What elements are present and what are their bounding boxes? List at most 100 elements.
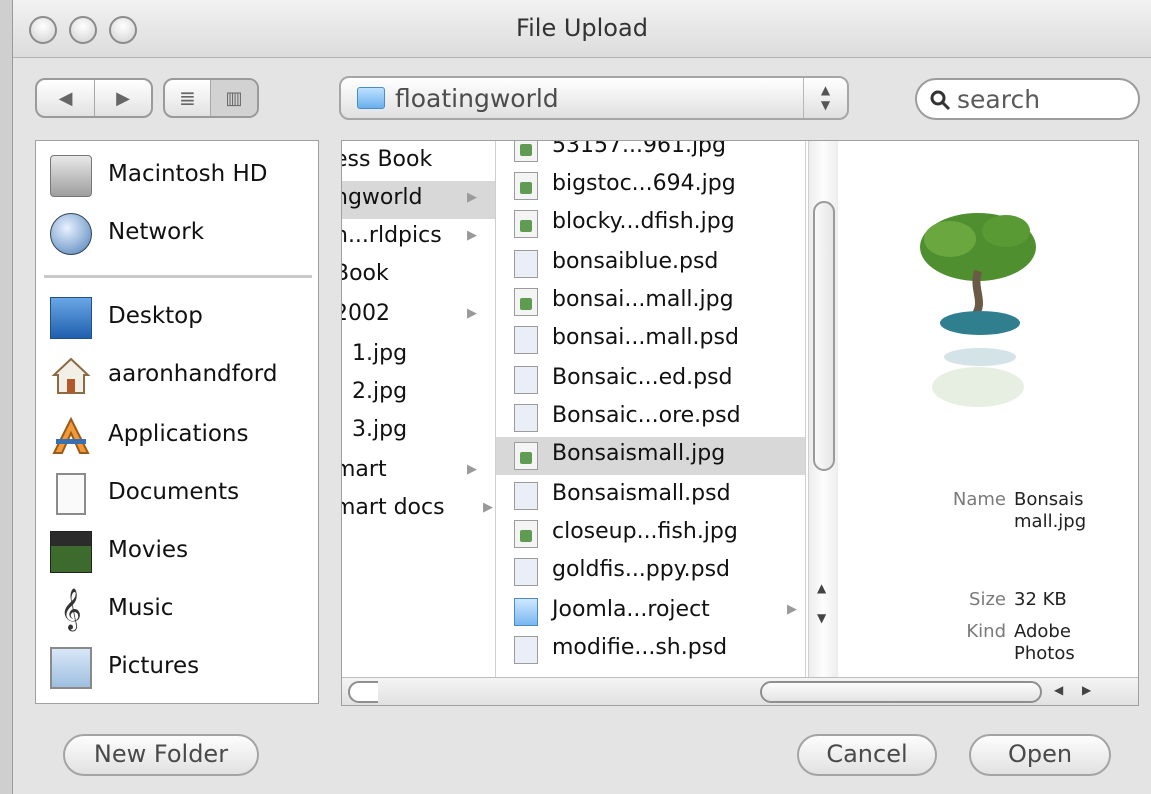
cancel-button[interactable]: Cancel <box>797 734 937 776</box>
item-label: Book <box>342 261 389 286</box>
home-icon <box>50 355 92 397</box>
disclosure-arrow-icon: ▶ <box>467 190 477 205</box>
disclosure-arrow-icon: ▶ <box>483 500 493 515</box>
sidebar-item-network[interactable]: Network <box>36 203 318 261</box>
scroll-down-arrow-icon[interactable]: ▼ <box>817 611 826 625</box>
sidebar-item-macintosh-hd[interactable]: Macintosh HD <box>36 145 318 203</box>
list-item[interactable]: 2.jpg <box>342 375 495 413</box>
list-item[interactable]: ess Book <box>342 143 495 181</box>
item-label: bonsaiblue.psd <box>552 249 719 274</box>
item-label: n...rldpics <box>342 223 442 248</box>
psd-file-icon <box>514 482 538 510</box>
title-bar: File Upload <box>13 0 1151 58</box>
item-label: goldfis...ppy.psd <box>552 557 730 582</box>
open-button[interactable]: Open <box>969 734 1111 776</box>
sidebar: Macintosh HD Network Desktop aaronhandfo… <box>35 140 319 704</box>
back-button[interactable]: ◀ <box>37 80 95 116</box>
sidebar-item-pictures[interactable]: Pictures <box>36 637 318 695</box>
sidebar-item-label: Applications <box>108 421 249 447</box>
sidebar-item-label: Desktop <box>108 303 203 329</box>
parent-column: ess Book ngworld ▶ n...rldpics ▶ Book 2002… <box>342 141 496 677</box>
hard-drive-icon <box>50 155 92 197</box>
pictures-icon <box>50 647 92 689</box>
psd-file-icon <box>514 636 538 664</box>
list-item[interactable]: 2002 ▶ <box>342 297 495 335</box>
scroll-thumb[interactable] <box>813 201 835 471</box>
sidebar-item-aaronhandford[interactable]: aaronhandford <box>36 345 318 403</box>
list-item[interactable]: modifie...sh.psd <box>496 631 805 669</box>
item-label: bonsai...mall.jpg <box>552 287 734 312</box>
folder-icon <box>514 598 538 626</box>
list-item[interactable]: bonsaiblue.psd <box>496 245 805 283</box>
item-label: blocky...dfish.jpg <box>552 209 735 234</box>
sidebar-item-label: Documents <box>108 479 240 505</box>
list-item[interactable]: 1.jpg <box>342 337 495 375</box>
item-label: bonsai...mall.psd <box>552 325 739 350</box>
bonsai-preview-image <box>920 213 1036 407</box>
sidebar-item-desktop[interactable]: Desktop <box>36 287 318 345</box>
sidebar-item-label: Network <box>108 219 205 245</box>
list-item[interactable]: 53157...961.jpg <box>496 141 805 167</box>
view-mode-control: ≣ ▥ <box>163 78 259 118</box>
horizontal-scrollbar[interactable]: ◀ ▶ <box>342 677 1138 705</box>
list-item[interactable]: ngworld ▶ <box>342 181 495 219</box>
location-popup[interactable]: floatingworld ▲ ▼ <box>339 76 849 120</box>
scroll-up-arrow-icon[interactable]: ▲ <box>817 581 826 595</box>
list-item[interactable]: goldfis...ppy.psd <box>496 553 805 591</box>
list-item[interactable]: Book <box>342 257 495 295</box>
scroll-thumb[interactable] <box>760 681 1042 703</box>
list-item[interactable]: closeup...fish.jpg <box>496 515 805 553</box>
psd-file-icon <box>514 366 538 394</box>
vertical-scrollbar[interactable]: ▲ ▼ <box>808 141 838 677</box>
sidebar-item-movies[interactable]: Movies <box>36 521 318 579</box>
sidebar-item-applications[interactable]: Applications <box>36 405 318 463</box>
sidebar-item-music[interactable]: 𝄞 Music <box>36 579 318 637</box>
scroll-right-arrow-icon[interactable]: ▶ <box>1082 683 1091 697</box>
item-label: modifie...sh.psd <box>552 635 728 660</box>
list-item[interactable]: Bonsaic...ore.psd <box>496 399 805 437</box>
list-item[interactable]: bonsai...mall.jpg <box>496 283 805 321</box>
item-label: 3.jpg <box>352 417 408 442</box>
item-label: ngworld <box>342 185 423 210</box>
window-title: File Upload <box>516 14 648 42</box>
file-upload-window: File Upload ◀ ▶ ≣ ▥ floatingworld ▲ ▼ sea… <box>12 0 1151 794</box>
disclosure-arrow-icon: ▶ <box>467 228 477 243</box>
list-item-selected[interactable]: Bonsaismall.jpg <box>496 437 805 475</box>
desktop-icon <box>50 297 92 339</box>
scroll-left-arrow-icon[interactable]: ◀ <box>1054 683 1063 697</box>
size-label: Size <box>969 589 1006 610</box>
list-item[interactable]: blocky...dfish.jpg <box>496 205 805 243</box>
list-item[interactable]: Bonsaic...ed.psd <box>496 361 805 399</box>
name-label: Name <box>952 489 1006 510</box>
forward-arrow-icon: ▶ <box>116 87 130 109</box>
list-item[interactable]: mart docs ▶ <box>342 491 495 529</box>
sidebar-item-documents[interactable]: Documents <box>36 463 318 521</box>
disclosure-arrow-icon: ▶ <box>467 306 477 321</box>
forward-button[interactable]: ▶ <box>95 80 151 116</box>
list-item[interactable]: bonsai...mall.psd <box>496 321 805 359</box>
column-view-button[interactable]: ▥ <box>211 80 257 116</box>
list-item[interactable]: n...rldpics ▶ <box>342 219 495 257</box>
item-label: ess Book <box>342 147 433 172</box>
sidebar-item-label: Movies <box>108 537 189 563</box>
item-label: Bonsaismall.jpg <box>552 441 726 466</box>
list-item[interactable]: 3.jpg <box>342 413 495 451</box>
list-item[interactable]: bigstoc...694.jpg <box>496 167 805 205</box>
file-browser: ess Book ngworld ▶ n...rldpics ▶ Book 2002… <box>341 140 1139 706</box>
item-label: Bonsaic...ed.psd <box>552 365 733 390</box>
list-item[interactable]: Bonsaismall.psd <box>496 477 805 515</box>
list-view-button[interactable]: ≣ <box>165 80 211 116</box>
new-folder-button[interactable]: New Folder <box>63 734 259 776</box>
psd-file-icon <box>514 250 538 278</box>
search-icon <box>930 90 951 111</box>
sidebar-item-label: Macintosh HD <box>108 161 268 187</box>
item-label: Bonsaismall.psd <box>552 481 731 506</box>
image-file-icon <box>514 520 538 548</box>
list-item[interactable]: mart ▶ <box>342 453 495 491</box>
applications-icon <box>50 415 92 457</box>
item-label: Bonsaic...ore.psd <box>552 403 741 428</box>
item-label: closeup...fish.jpg <box>552 519 738 544</box>
item-label: mart docs <box>342 495 445 520</box>
list-item[interactable]: Joomla...roject ▶ <box>496 593 805 631</box>
search-field[interactable]: search <box>915 78 1140 120</box>
